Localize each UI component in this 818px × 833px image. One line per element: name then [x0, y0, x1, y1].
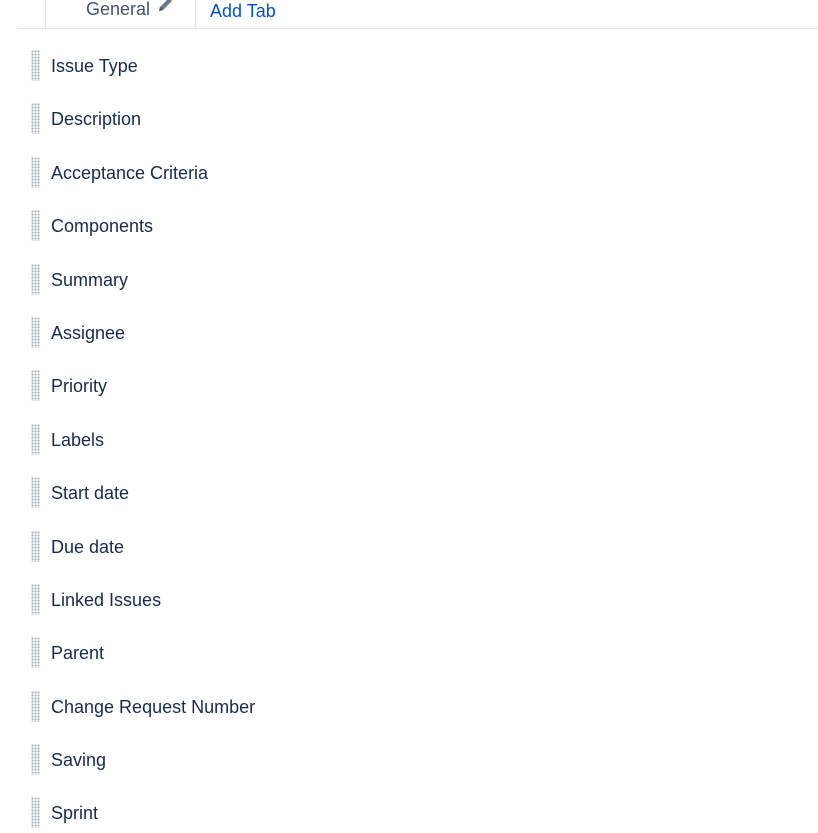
field-list: Issue Type Description Acceptance Criter… [0, 40, 818, 833]
screen-tabs-editor: General Add Tab Issue Type Description A… [0, 0, 818, 833]
field-label: Issue Type [51, 56, 138, 76]
field-row[interactable]: Due date [0, 521, 818, 574]
field-label: Acceptance Criteria [51, 162, 209, 183]
field-label: Start date [51, 483, 130, 504]
field-label: Sprint [51, 803, 99, 824]
field-label: Parent [51, 643, 105, 664]
field-row[interactable]: Linked Issues [0, 574, 818, 627]
drag-handle-icon[interactable] [31, 744, 40, 776]
field-label: Saving [51, 750, 107, 771]
field-row[interactable]: Start date [0, 467, 818, 520]
field-row[interactable]: Description [0, 93, 818, 146]
drag-handle-icon[interactable] [31, 316, 40, 348]
field-row[interactable]: Components [0, 200, 818, 253]
drag-handle-icon[interactable] [31, 530, 40, 562]
field-row[interactable]: Saving [0, 734, 818, 787]
drag-handle-icon[interactable] [31, 370, 40, 402]
field-label: Due date [51, 536, 125, 557]
add-tab-link[interactable]: Add Tab [210, 0, 276, 22]
field-label: Summary [51, 269, 129, 290]
drag-handle-icon[interactable] [31, 423, 40, 455]
field-row[interactable]: Acceptance Criteria [0, 147, 818, 200]
tab-general-label: General [86, 0, 151, 19]
field-row[interactable]: Assignee [0, 307, 818, 360]
drag-handle-icon[interactable] [31, 210, 40, 242]
tab-general[interactable]: General [45, 0, 196, 28]
field-label: Description [51, 109, 142, 130]
tab-bar: General Add Tab [18, 0, 818, 29]
drag-handle-icon[interactable] [31, 156, 40, 188]
field-row[interactable]: Issue Type [0, 40, 818, 93]
field-row[interactable]: Summary [0, 254, 818, 307]
drag-handle-icon[interactable] [31, 637, 40, 669]
field-row[interactable]: Change Request Number [0, 681, 818, 734]
pencil-icon[interactable] [156, 0, 176, 14]
drag-handle-icon[interactable] [31, 797, 40, 829]
drag-handle-icon[interactable] [31, 103, 40, 135]
field-label: Linked Issues [51, 589, 162, 610]
field-label: Priority [51, 376, 108, 397]
drag-handle-icon[interactable] [31, 263, 40, 295]
field-label: Assignee [51, 322, 126, 343]
field-row[interactable]: Labels [0, 414, 818, 467]
field-label: Labels [51, 429, 105, 450]
drag-handle-icon[interactable] [31, 583, 40, 615]
field-label: Components [51, 216, 154, 237]
field-row[interactable]: Priority [0, 360, 818, 413]
field-row[interactable]: Parent [0, 627, 818, 680]
drag-handle-icon[interactable] [31, 50, 40, 81]
field-label: Change Request Number [51, 696, 256, 717]
field-row[interactable]: Sprint [0, 787, 818, 833]
drag-handle-icon[interactable] [31, 477, 40, 509]
drag-handle-icon[interactable] [31, 690, 40, 722]
